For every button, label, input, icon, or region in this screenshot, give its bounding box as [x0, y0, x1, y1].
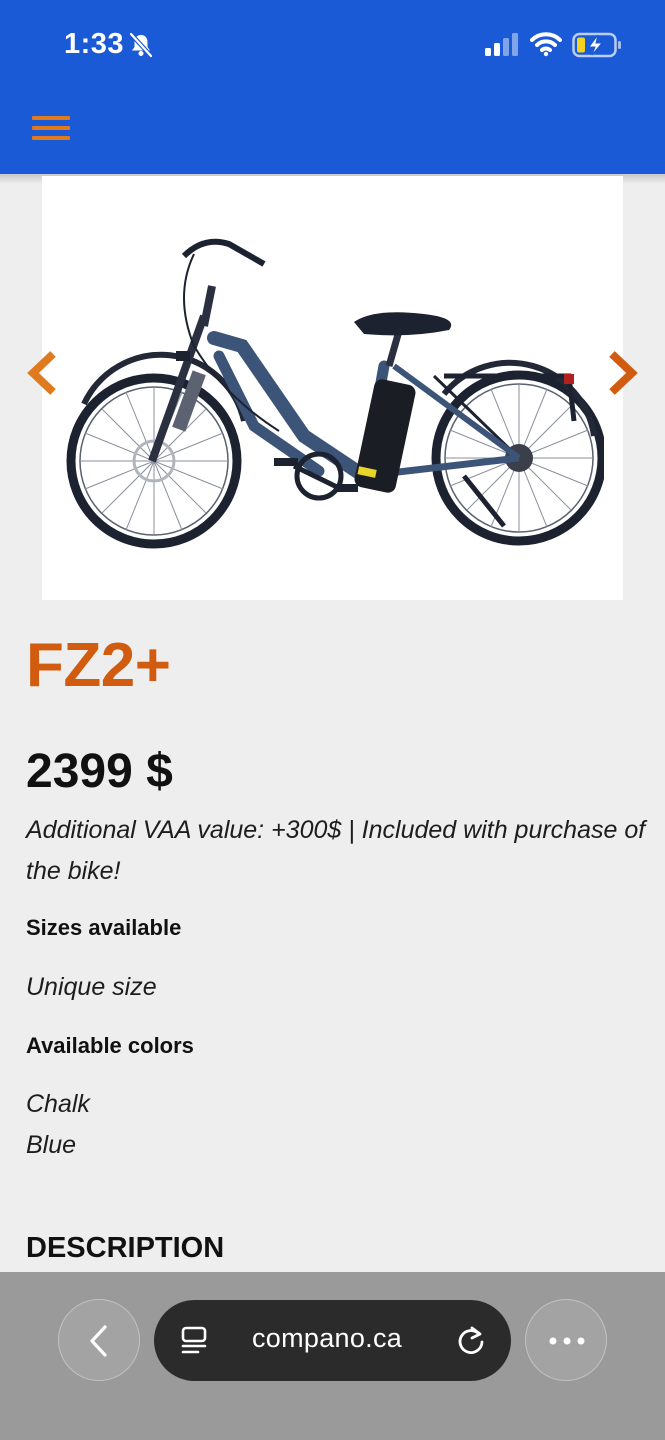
site-header: 1:33	[0, 0, 665, 174]
more-button[interactable]	[525, 1299, 607, 1381]
color-option: Chalk	[26, 1090, 90, 1118]
url-text: compano.ca	[252, 1323, 403, 1353]
colors-label: Available colors	[26, 1033, 194, 1058]
product-price: 2399 $	[26, 745, 173, 798]
back-button[interactable]	[58, 1299, 140, 1381]
status-time: 1:33	[64, 28, 125, 60]
browser-toolbar: compano.ca	[0, 1272, 665, 1440]
signal-icon	[485, 33, 518, 56]
battery-charging-icon	[572, 32, 621, 58]
chevron-left-icon[interactable]	[25, 350, 59, 396]
hamburger-menu-icon[interactable]	[32, 114, 72, 142]
sizes-label: Sizes available	[26, 915, 182, 940]
wifi-icon	[530, 32, 562, 57]
address-bar[interactable]: compano.ca	[154, 1300, 511, 1381]
vaa-note: Additional VAA value: +300$ | Included w…	[26, 816, 646, 885]
more-icon	[549, 1337, 585, 1345]
tab-icon	[181, 1326, 207, 1354]
product-image-carousel[interactable]	[42, 176, 623, 600]
description-heading: DESCRIPTION	[26, 1232, 225, 1264]
reload-icon[interactable]	[455, 1325, 487, 1357]
bell-off-icon	[129, 32, 153, 58]
back-icon	[90, 1325, 107, 1357]
product-image	[66, 238, 604, 549]
chevron-right-icon[interactable]	[606, 350, 640, 396]
product-title: FZ2+	[26, 631, 171, 700]
color-option: Blue	[26, 1131, 77, 1159]
page: 1:33 FZ2+ 2399 $ Additional VAA value: +…	[0, 0, 665, 1440]
size-value: Unique size	[26, 973, 157, 1001]
